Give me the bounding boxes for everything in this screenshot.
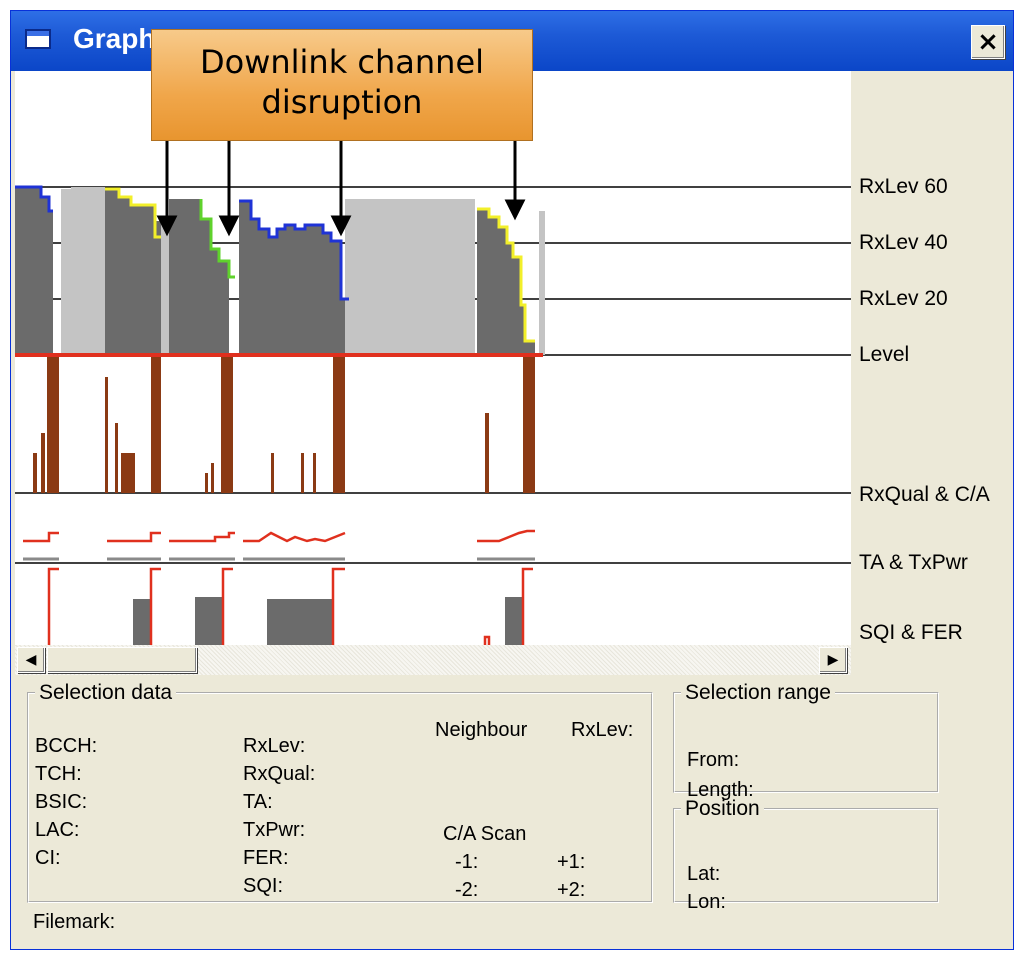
position-legend: Position — [685, 797, 760, 820]
txpwr-label: TxPwr: — [243, 819, 306, 841]
channel-label-sqi-fer: SQI & FER — [859, 621, 963, 644]
horizontal-scrollbar[interactable]: ◀ ▶ — [15, 645, 851, 675]
neighbour-header: Neighbour — [435, 719, 528, 741]
sqi-label: SQI: — [243, 875, 284, 897]
bsic-label: BSIC: — [35, 791, 88, 813]
window-title: Graph — [73, 23, 156, 54]
selection-data-group: Selection data BCCH: TCH: BSIC: LAC: CI:… — [27, 681, 653, 903]
lac-label: LAC: — [35, 819, 80, 841]
neighbour-rxlev-header: RxLev: — [571, 719, 634, 741]
graph-window: Graph × Downlink channel disruption RxLe… — [10, 10, 1014, 950]
position-group: Position Lat: Lon: — [673, 797, 939, 913]
rxqual-label: RxQual: — [243, 763, 316, 785]
channel-label-rxlev20: RxLev 20 — [859, 287, 948, 310]
ca-plus1-label: +1: — [557, 851, 586, 873]
callout-line-2: disruption — [261, 83, 423, 121]
callout-line-1: Downlink channel — [199, 43, 485, 81]
window-icon — [25, 29, 51, 49]
selection-range-legend: Selection range — [685, 681, 831, 704]
arrow-left-icon: ◀ — [25, 652, 37, 668]
channel-label-rxqual-ca: RxQual & C/A — [859, 483, 990, 506]
ta-label: TA: — [243, 791, 273, 813]
channel-label-rxlev60: RxLev 60 — [859, 175, 948, 198]
ca-scan-label: C/A Scan — [443, 823, 527, 845]
ca-plus2-label: +2: — [557, 879, 586, 901]
close-button[interactable]: × — [971, 25, 1005, 59]
lon-label: Lon: — [687, 891, 726, 913]
channel-label-ta-txpwr: TA & TxPwr — [859, 551, 968, 574]
lat-label: Lat: — [687, 863, 721, 885]
rxlev-label: RxLev: — [243, 735, 306, 757]
arrow-right-icon: ▶ — [827, 652, 839, 668]
downlink-disruption-callout: Downlink channel disruption — [151, 29, 533, 141]
channel-label-rxlev40: RxLev 40 — [859, 231, 948, 254]
scroll-thumb[interactable] — [47, 647, 197, 673]
rxqual-bars — [33, 357, 535, 493]
selection-range-group: Selection range From: Length: — [673, 681, 939, 801]
filemark-label: Filemark: — [33, 911, 116, 933]
graph-svg — [15, 141, 851, 645]
bcch-label: BCCH: — [35, 735, 98, 757]
scroll-right-button[interactable]: ▶ — [819, 647, 847, 673]
from-label: From: — [687, 749, 740, 771]
channel-label-level: Level — [859, 343, 910, 366]
fer-label: FER: — [243, 847, 289, 869]
ca-minus1-label: -1: — [455, 851, 479, 873]
scroll-left-button[interactable]: ◀ — [17, 647, 45, 673]
sqi-fills — [133, 597, 523, 645]
ta-txpwr-traces — [23, 529, 535, 543]
close-icon: × — [977, 27, 999, 57]
selection-data-legend: Selection data — [39, 681, 173, 704]
tch-label: TCH: — [35, 763, 82, 785]
ci-label: CI: — [35, 847, 61, 869]
ca-minus2-label: -2: — [455, 879, 479, 901]
graph-plot-area[interactable] — [15, 71, 851, 645]
